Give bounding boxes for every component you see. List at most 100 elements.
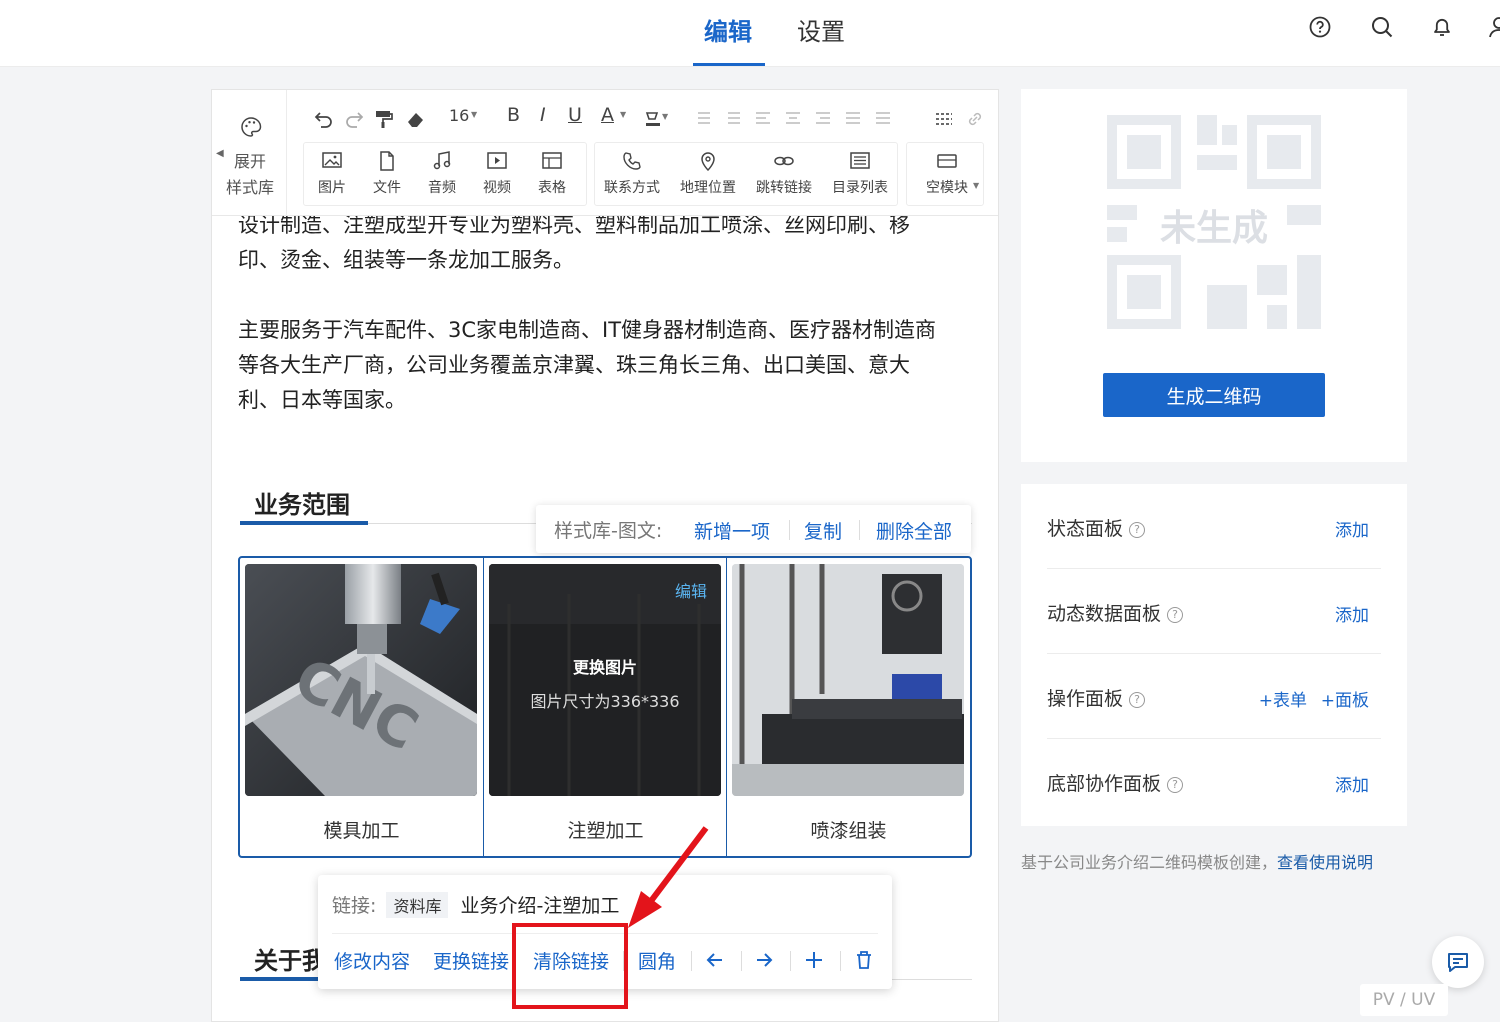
usage-guide-link[interactable]: 查看使用说明 (1277, 853, 1373, 872)
chat-button[interactable] (1432, 936, 1484, 988)
help-icon[interactable]: ? (1129, 692, 1146, 708)
paragraph-tools-icon[interactable] (692, 106, 892, 132)
edit-content-button[interactable]: 修改内容 (334, 947, 410, 974)
style-library-toggle[interactable]: ◀ 展开 样式库 (212, 90, 287, 216)
gallery-caption: 注塑加工 (567, 820, 644, 842)
help-icon[interactable] (1307, 14, 1333, 40)
search-icon[interactable] (1369, 14, 1395, 40)
music-icon (433, 151, 451, 170)
top-bar: 编辑 设置 (0, 0, 1500, 67)
insert-location-button[interactable]: 地理位置 (675, 143, 741, 205)
3d-printer-photo (732, 564, 964, 796)
delete-all-button[interactable]: 删除全部 (876, 517, 952, 544)
separator (840, 951, 841, 971)
insert-toc-button[interactable]: 目录列表 (827, 143, 893, 205)
pv-uv-label[interactable]: PV / UV (1360, 984, 1448, 1016)
gallery-image-paint[interactable] (732, 564, 964, 796)
copy-button[interactable]: 复制 (804, 517, 842, 544)
image-edit-link[interactable]: 编辑 (675, 578, 707, 602)
gallery-image-injection[interactable]: 编辑 更换图片 图片尺寸为336*336 (489, 564, 721, 796)
eraser-icon[interactable] (404, 106, 428, 132)
font-color-button[interactable]: A (601, 104, 614, 130)
insert-jump-link-button[interactable]: 跳转链接 (751, 143, 817, 205)
qr-code-panel: 未生成 生成二维码 (1021, 89, 1407, 462)
panel-name: 动态数据面板 (1047, 603, 1162, 625)
undo-icon[interactable] (312, 106, 336, 132)
template-note: 基于公司业务介绍二维码模板创建，查看使用说明 (1021, 849, 1373, 873)
panel-settings: 状态面板? 添加 动态数据面板? 添加 操作面板? +表单 +面板 底部协作面板… (1021, 484, 1407, 826)
rounded-corner-button[interactable]: 圆角 (638, 947, 676, 974)
section-accent-bar (240, 521, 368, 525)
style-lib-toolbar: 样式库-图文: 新增一项 复制 删除全部 (536, 505, 971, 553)
italic-button[interactable]: I (540, 104, 546, 130)
insert-contact-button[interactable]: 联系方式 (599, 143, 665, 205)
template-note-text: 基于公司业务介绍二维码模板创建， (1021, 853, 1278, 872)
annotation-highlight-box (512, 923, 628, 1009)
link-source-tag: 资料库 (386, 892, 449, 918)
insert-media-group: 图片 文件 音频 视频 表格 (303, 142, 587, 206)
insert-audio-button[interactable]: 音频 (414, 143, 470, 205)
gallery-item[interactable]: 喷漆组装 (727, 558, 970, 856)
chain-link-icon (774, 156, 794, 166)
add-panel-button[interactable]: +面板 (1321, 686, 1369, 711)
gallery-item[interactable]: CNC 模具加工 (240, 558, 483, 856)
insert-empty-block-button[interactable]: 空模块 (917, 143, 977, 205)
plus-icon[interactable] (803, 949, 825, 971)
arrow-right-icon[interactable] (753, 949, 775, 971)
list-icon (850, 152, 870, 169)
help-icon[interactable]: ? (1129, 522, 1146, 538)
add-item-button[interactable]: 新增一项 (694, 517, 770, 544)
separator (789, 520, 790, 540)
svg-text:▼: ▼ (662, 112, 669, 121)
tab-edit[interactable]: 编辑 (704, 12, 752, 47)
gallery-caption: 喷漆组装 (810, 820, 887, 842)
trash-icon[interactable] (853, 949, 875, 971)
insert-file-button[interactable]: 文件 (359, 143, 415, 205)
image-text-gallery: CNC 模具加工 编辑 更换图片 图片尺寸为336*336 注塑加工 喷漆组装 (238, 556, 972, 858)
add-button[interactable]: 添加 (1335, 601, 1369, 626)
add-form-button[interactable]: +表单 (1259, 686, 1307, 711)
separator (741, 951, 742, 971)
panel-row-dynamic-data: 动态数据面板? 添加 (1047, 569, 1381, 654)
panel-row-status: 状态面板? 添加 (1047, 484, 1381, 569)
insert-block-group: 空模块 ▼ (906, 142, 984, 206)
help-icon[interactable]: ? (1167, 777, 1184, 793)
replace-image-button[interactable]: 更换图片 (489, 654, 721, 678)
table-icon (542, 152, 562, 169)
panel-name: 操作面板 (1047, 688, 1124, 710)
add-button[interactable]: 添加 (1335, 516, 1369, 541)
help-icon[interactable]: ? (1167, 607, 1184, 623)
panel-name: 状态面板 (1047, 518, 1124, 540)
link-icon[interactable] (964, 106, 986, 132)
user-icon[interactable] (1486, 14, 1500, 40)
highlight-icon[interactable]: ▼ (642, 106, 670, 132)
generate-qr-button[interactable]: 生成二维码 (1103, 373, 1325, 417)
insert-image-button[interactable]: 图片 (304, 143, 360, 205)
bold-button[interactable]: B (507, 104, 520, 130)
divider-icon[interactable] (932, 106, 958, 132)
font-size-select[interactable]: 16 (449, 106, 469, 132)
insert-info-group: 联系方式 地理位置 跳转链接 目录列表 (594, 142, 898, 206)
link-value[interactable]: 业务介绍-注塑加工 (461, 895, 620, 917)
paragraph-line: 利、日本等国家。 (238, 388, 406, 412)
arrow-left-icon[interactable] (704, 949, 726, 971)
bell-icon[interactable] (1429, 14, 1455, 40)
link-label: 链接: (332, 895, 377, 917)
section-title: 业务范围 (254, 491, 350, 519)
insert-table-button[interactable]: 表格 (524, 143, 580, 205)
add-button[interactable]: 添加 (1335, 771, 1369, 796)
insert-video-button[interactable]: 视频 (469, 143, 525, 205)
gallery-item-selected[interactable]: 编辑 更换图片 图片尺寸为336*336 注塑加工 (484, 558, 727, 856)
underline-button[interactable]: U (568, 104, 582, 130)
gallery-image-cnc[interactable]: CNC (245, 564, 477, 796)
style-library-label-2: 样式库 (226, 178, 275, 197)
panel-row-operation: 操作面板? +表单 +面板 (1047, 654, 1381, 739)
format-painter-icon[interactable] (372, 106, 396, 132)
separator (691, 951, 692, 971)
chat-icon (1448, 953, 1468, 972)
change-link-button[interactable]: 更换链接 (433, 947, 509, 974)
editor-toolbar: ◀ 展开 样式库 16 ▼ B I U A ▼ ▼ 图片 文件 音频 视频 表格… (212, 90, 998, 216)
tab-settings[interactable]: 设置 (797, 12, 845, 47)
image-size-hint: 图片尺寸为336*336 (530, 692, 680, 711)
redo-icon[interactable] (342, 106, 366, 132)
